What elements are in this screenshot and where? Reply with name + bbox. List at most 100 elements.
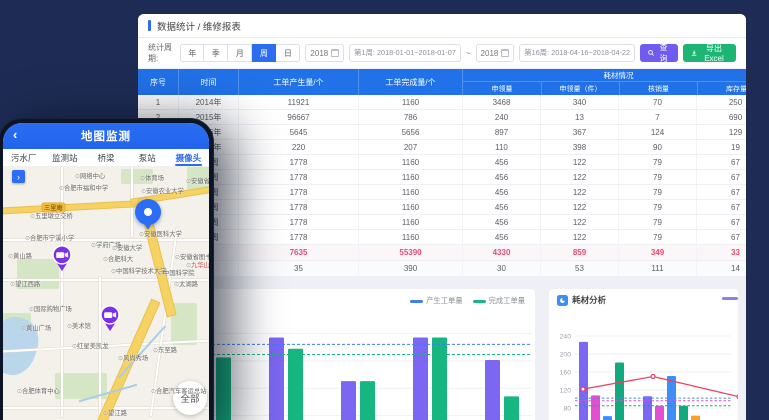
period-option-周[interactable]: 周 — [252, 44, 276, 62]
table-row: 42017年2202071103989019 — [138, 140, 746, 155]
group-sub-headers: 申领量 申领量（件） 核销量 库存量 — [463, 82, 746, 95]
group-header-label: 耗材情况 — [463, 69, 746, 82]
map-label: ⊙黄山路 — [8, 251, 32, 260]
chart-legend-clipped — [722, 297, 738, 300]
legend-swatch — [473, 300, 486, 303]
table-cell: 1160 — [358, 170, 462, 184]
total-row: 合计763555390433085934933 — [138, 245, 746, 261]
table-cell: 129 — [696, 125, 746, 139]
map-park — [171, 303, 197, 345]
legend-label: 完成工单量 — [489, 296, 525, 306]
table-cell: 30 — [462, 261, 540, 276]
table-cell: 111 — [618, 261, 696, 276]
legend-item[interactable]: 产生工单量 — [410, 296, 462, 306]
table-row: 32016年56455656897367124129 — [138, 125, 746, 140]
period-option-月[interactable]: 月 — [228, 44, 252, 62]
col-header-completed: 工单完成量/个 — [358, 69, 462, 95]
selected-camera-pin[interactable] — [135, 199, 161, 225]
table-header: 序号 时间 工单产生量/个 工单完成量/个 耗材情况 申领量 申领量（件） 核销… — [138, 69, 746, 95]
phone-tab-监测站[interactable]: 监测站 — [44, 149, 85, 166]
map-label: ⊙望江西路 — [10, 279, 40, 288]
table-row: 22015年96667786240137690 — [138, 110, 746, 125]
phone-tab-bar: 污水厂监测站桥梁泵站摄像头 — [3, 149, 209, 167]
calendar-icon — [331, 49, 339, 57]
sub-col-header: 申领量 — [463, 82, 541, 95]
legend-item[interactable]: 完成工单量 — [473, 296, 525, 306]
table-cell: 786 — [358, 110, 462, 124]
period-option-季[interactable]: 季 — [204, 44, 228, 62]
chart-legend: 产生工单量 完成工单量 — [410, 296, 525, 306]
breadcrumb-bar: 数据统计 / 维修报表 — [138, 14, 746, 38]
svg-text:120: 120 — [560, 388, 572, 395]
export-excel-button[interactable]: 导出Excel — [683, 44, 736, 62]
week-range-from-input[interactable]: 第1周: 2018-01-01~2018-01-07 — [349, 44, 461, 62]
table-cell: 67 — [696, 185, 746, 199]
camera-pin[interactable] — [99, 305, 121, 332]
phone-tab-泵站[interactable]: 泵站 — [127, 149, 168, 166]
legend-label: 产生工单量 — [426, 296, 462, 306]
phone-tab-污水厂[interactable]: 污水厂 — [3, 149, 44, 166]
table-row: 9第5周177811604561227967 — [138, 215, 746, 230]
table-row: 7第3周177811604561227967 — [138, 185, 746, 200]
table-cell: 79 — [618, 215, 696, 229]
phone-page-title: 地图监测 — [81, 128, 131, 144]
col-header-generated: 工单产生量/个 — [238, 69, 358, 95]
table-cell: 67 — [696, 200, 746, 214]
table-cell: 13 — [540, 110, 618, 124]
table-cell: 11921 — [238, 95, 358, 109]
report-table: 序号 时间 工单产生量/个 工单完成量/个 耗材情况 申领量 申领量（件） 核销… — [138, 69, 746, 277]
table-cell: 3468 — [462, 95, 540, 109]
pie-chart-icon — [557, 295, 568, 306]
table-cell: 1160 — [358, 185, 462, 199]
map-label: ⊙合肥汽车客运总站 — [151, 386, 206, 395]
layer-expander-button[interactable]: › — [12, 170, 25, 183]
table-cell: 1778 — [238, 185, 358, 199]
period-option-日[interactable]: 日 — [276, 44, 300, 62]
year-to-select[interactable]: 2018 — [476, 44, 515, 62]
table-cell: 349 — [618, 245, 696, 260]
table-cell: 456 — [462, 215, 540, 229]
table-cell: 859 — [540, 245, 618, 260]
table-cell: 1778 — [238, 215, 358, 229]
table-cell: 456 — [462, 200, 540, 214]
sub-col-header: 库存量 — [697, 82, 746, 95]
back-button[interactable]: ‹ — [13, 127, 17, 142]
map-label: ⊙安徽大学 — [112, 243, 142, 252]
svg-text:200: 200 — [560, 352, 572, 359]
map-lake — [3, 311, 45, 380]
chart-title-row: 耗材分析 — [549, 289, 738, 306]
table-cell: 1778 — [238, 200, 358, 214]
table-cell: 79 — [618, 185, 696, 199]
table-body: 12014年11921116034683407025022015年9666778… — [138, 95, 746, 277]
table-cell: 110 — [462, 140, 540, 154]
phone-tab-桥梁[interactable]: 桥梁 — [85, 149, 126, 166]
dashboard-panel: 数据统计 / 维修报表 统计周期: 年季月周日 2018 第1周: 2018-0… — [138, 14, 746, 420]
table-cell: 1160 — [358, 200, 462, 214]
table-cell: 90 — [618, 140, 696, 154]
map-label: ⊙合肥体育中心 — [17, 386, 60, 395]
phone-tab-摄像头[interactable]: 摄像头 — [168, 149, 209, 166]
table-cell: 67 — [696, 215, 746, 229]
table-cell: 7635 — [238, 245, 358, 260]
table-row: 8第4周177811604561227967 — [138, 200, 746, 215]
table-cell: 1 — [138, 95, 178, 109]
query-button[interactable]: 查询 — [640, 44, 678, 62]
week-range-to-input[interactable]: 第16周: 2018-04-16~2018-04-22 — [519, 44, 635, 62]
table-row: 6第2周177811604561227967 — [138, 170, 746, 185]
period-option-年[interactable]: 年 — [180, 44, 204, 62]
camera-pin[interactable] — [51, 245, 73, 272]
consumable-chart-card: 耗材分析 2402001601208040 — [549, 289, 738, 420]
table-cell: 690 — [696, 110, 746, 124]
map-label: ⊙风尚秀场 — [118, 353, 148, 362]
table-cell: 70 — [618, 95, 696, 109]
map-label: ⊙体育场 — [140, 173, 164, 182]
table-cell: 220 — [238, 140, 358, 154]
consumable-bar-line-chart: 2402001601208040 — [549, 306, 738, 420]
year-from-select[interactable]: 2018 — [305, 44, 344, 62]
map-view[interactable]: › 三里庵 全部 ⊙网络中心⊙合肥市福和中学⊙体育场⊙安徽农业大学⊙安徽省博物馆… — [3, 167, 209, 420]
table-cell: 19 — [696, 140, 746, 154]
table-cell: 1778 — [238, 155, 358, 169]
map-label: ⊙安徽省博物馆 — [186, 176, 209, 185]
map-label: ⊙望江路 — [103, 408, 127, 417]
table-cell: 55390 — [358, 245, 462, 260]
